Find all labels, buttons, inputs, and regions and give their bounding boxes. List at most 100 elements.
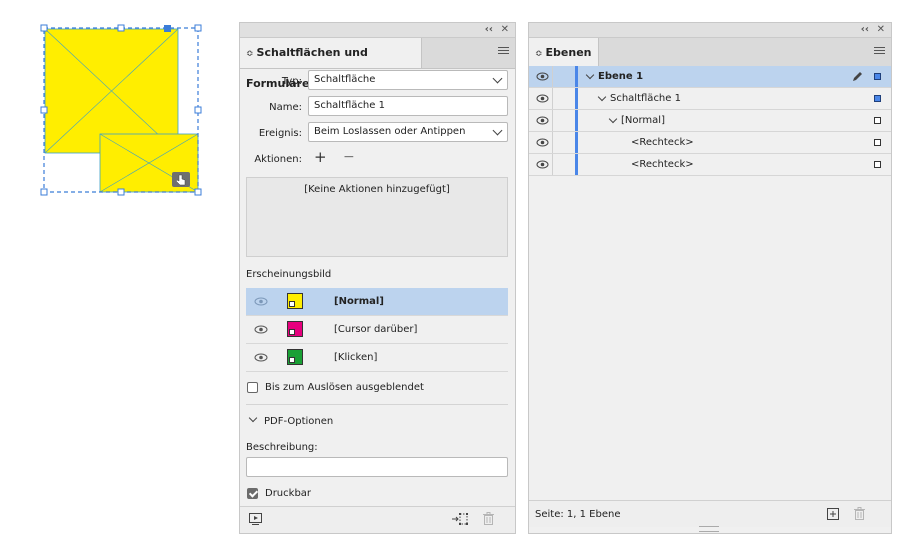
add-action-button[interactable]: + [314,148,327,166]
layer-name: <Rechteck> [631,137,694,148]
pdf-options-toggle[interactable]: PDF-Optionen [264,416,333,427]
selection-square[interactable] [874,117,881,124]
state-name: [Cursor darüber] [334,324,418,335]
lock-column[interactable] [552,154,553,175]
selection-square[interactable] [874,95,881,102]
buttons-and-forms-panel: ‹‹ ✕ ≎ Schaltflächen und Formulare Typ: S… [239,22,516,534]
layer-color-bar [575,66,578,87]
chevron-down-icon [492,73,503,84]
close-panel-icon[interactable]: ✕ [501,23,509,37]
panel-bottom-bar [240,506,515,533]
type-select[interactable]: Schaltfläche [308,70,508,90]
close-panel-icon[interactable]: ✕ [877,23,885,37]
chevron-down-icon[interactable] [608,114,618,124]
layer-name: Ebene 1 [598,71,644,82]
chevron-down-icon[interactable] [585,70,595,80]
state-row-normal[interactable]: [Normal] [246,288,508,316]
layers-panel: ‹‹ ✕ ≎ Ebenen Ebene 1 Schaltfläche 1 [Nor [528,22,892,534]
resize-grip-icon[interactable] [699,526,719,532]
description-field[interactable] [246,457,508,477]
lock-column[interactable] [552,66,553,87]
printable-label: Druckbar [265,488,312,499]
state-name: [Normal] [334,296,384,307]
panel-menu-icon[interactable] [498,47,509,57]
actions-label: Aktionen: [254,154,302,165]
state-thumbnail [287,349,303,365]
layer-row-button[interactable]: Schaltfläche 1 [529,88,891,110]
appearance-label: Erscheinungsbild [246,269,332,280]
selection-square[interactable] [874,161,881,168]
hidden-until-triggered-label: Bis zum Auslösen ausgeblendet [265,382,424,393]
layer-row-ebene-1[interactable]: Ebene 1 [529,66,891,88]
state-row-cursor-over[interactable]: [Cursor darüber] [246,316,508,344]
eye-icon[interactable] [254,353,268,362]
updown-icon: ≎ [246,49,254,59]
layer-name: <Rechteck> [631,159,694,170]
description-label: Beschreibung: [246,442,318,453]
button-artwork[interactable] [40,24,204,196]
layer-color-bar [575,132,578,153]
layer-row-rectangle[interactable]: <Rechteck> [529,154,891,176]
layer-color-bar [575,154,578,175]
state-row-click[interactable]: [Klicken] [246,344,508,372]
eye-icon[interactable] [254,325,268,334]
lock-column[interactable] [552,110,553,131]
type-label: Typ: [281,76,302,87]
layer-row-rectangle[interactable]: <Rechteck> [529,132,891,154]
event-value: Beim Loslassen oder Antippen [314,126,466,137]
lock-column[interactable] [552,132,553,153]
layer-row-normal-state[interactable]: [Normal] [529,110,891,132]
eye-icon[interactable] [536,72,549,81]
panel-bottom-bar: Seite: 1, 1 Ebene [529,500,891,527]
type-value: Schaltfläche [314,74,376,85]
lock-column[interactable] [552,88,553,109]
tab-buttons-and-forms[interactable]: ≎ Schaltflächen und Formulare [240,38,422,90]
eye-icon[interactable] [254,297,268,306]
layer-name: [Normal] [621,115,665,126]
name-field[interactable]: Schaltfläche 1 [308,96,508,116]
panel-topbar: ‹‹ ✕ [240,23,515,38]
collapse-panel-icon[interactable]: ‹‹ [861,23,869,37]
divider [246,404,508,405]
chevron-down-icon[interactable] [248,413,258,423]
eye-icon[interactable] [536,94,549,103]
page-status: Seite: 1, 1 Ebene [535,509,621,520]
selection-square[interactable] [874,139,881,146]
eye-icon[interactable] [536,138,549,147]
collapse-panel-icon[interactable]: ‹‹ [485,23,493,37]
name-value: Schaltfläche 1 [314,100,385,111]
chevron-down-icon[interactable] [597,92,607,102]
event-label: Ereignis: [258,128,302,139]
hidden-until-triggered-checkbox[interactable] [247,382,258,393]
panel-title: Ebenen [545,46,592,59]
state-thumbnail [287,293,303,309]
printable-checkbox[interactable] [247,488,258,499]
chevron-down-icon [492,125,503,136]
panel-tab-row: ≎ Ebenen [529,38,891,69]
new-layer-icon[interactable] [827,508,839,520]
actions-list: [Keine Aktionen hinzugefügt] [246,177,508,257]
actions-empty-text: [Keine Aktionen hinzugefügt] [304,184,450,195]
panel-tab-row: ≎ Schaltflächen und Formulare [240,38,515,90]
appearance-states: [Normal] [Cursor darüber] [Klicken] [246,288,508,372]
tab-layers[interactable]: ≎ Ebenen [529,38,599,68]
layer-color-bar [575,110,578,131]
eye-icon[interactable] [536,116,549,125]
panel-topbar: ‹‹ ✕ [529,23,891,38]
layer-color-bar [575,88,578,109]
state-thumbnail [287,321,303,337]
pen-icon [853,72,862,81]
trash-icon[interactable] [854,507,865,520]
remove-action-button[interactable]: − [343,149,355,165]
event-select[interactable]: Beim Loslassen oder Antippen [308,122,508,142]
layer-name: Schaltfläche 1 [610,93,681,104]
eye-icon[interactable] [536,160,549,169]
state-name: [Klicken] [334,352,378,363]
selection-square[interactable] [874,73,881,80]
preview-icon[interactable] [249,513,262,525]
trash-icon[interactable] [483,512,494,525]
panel-menu-icon[interactable] [874,47,885,57]
updown-icon: ≎ [535,49,543,59]
name-label: Name: [269,102,302,113]
convert-to-button-icon[interactable] [452,513,468,525]
